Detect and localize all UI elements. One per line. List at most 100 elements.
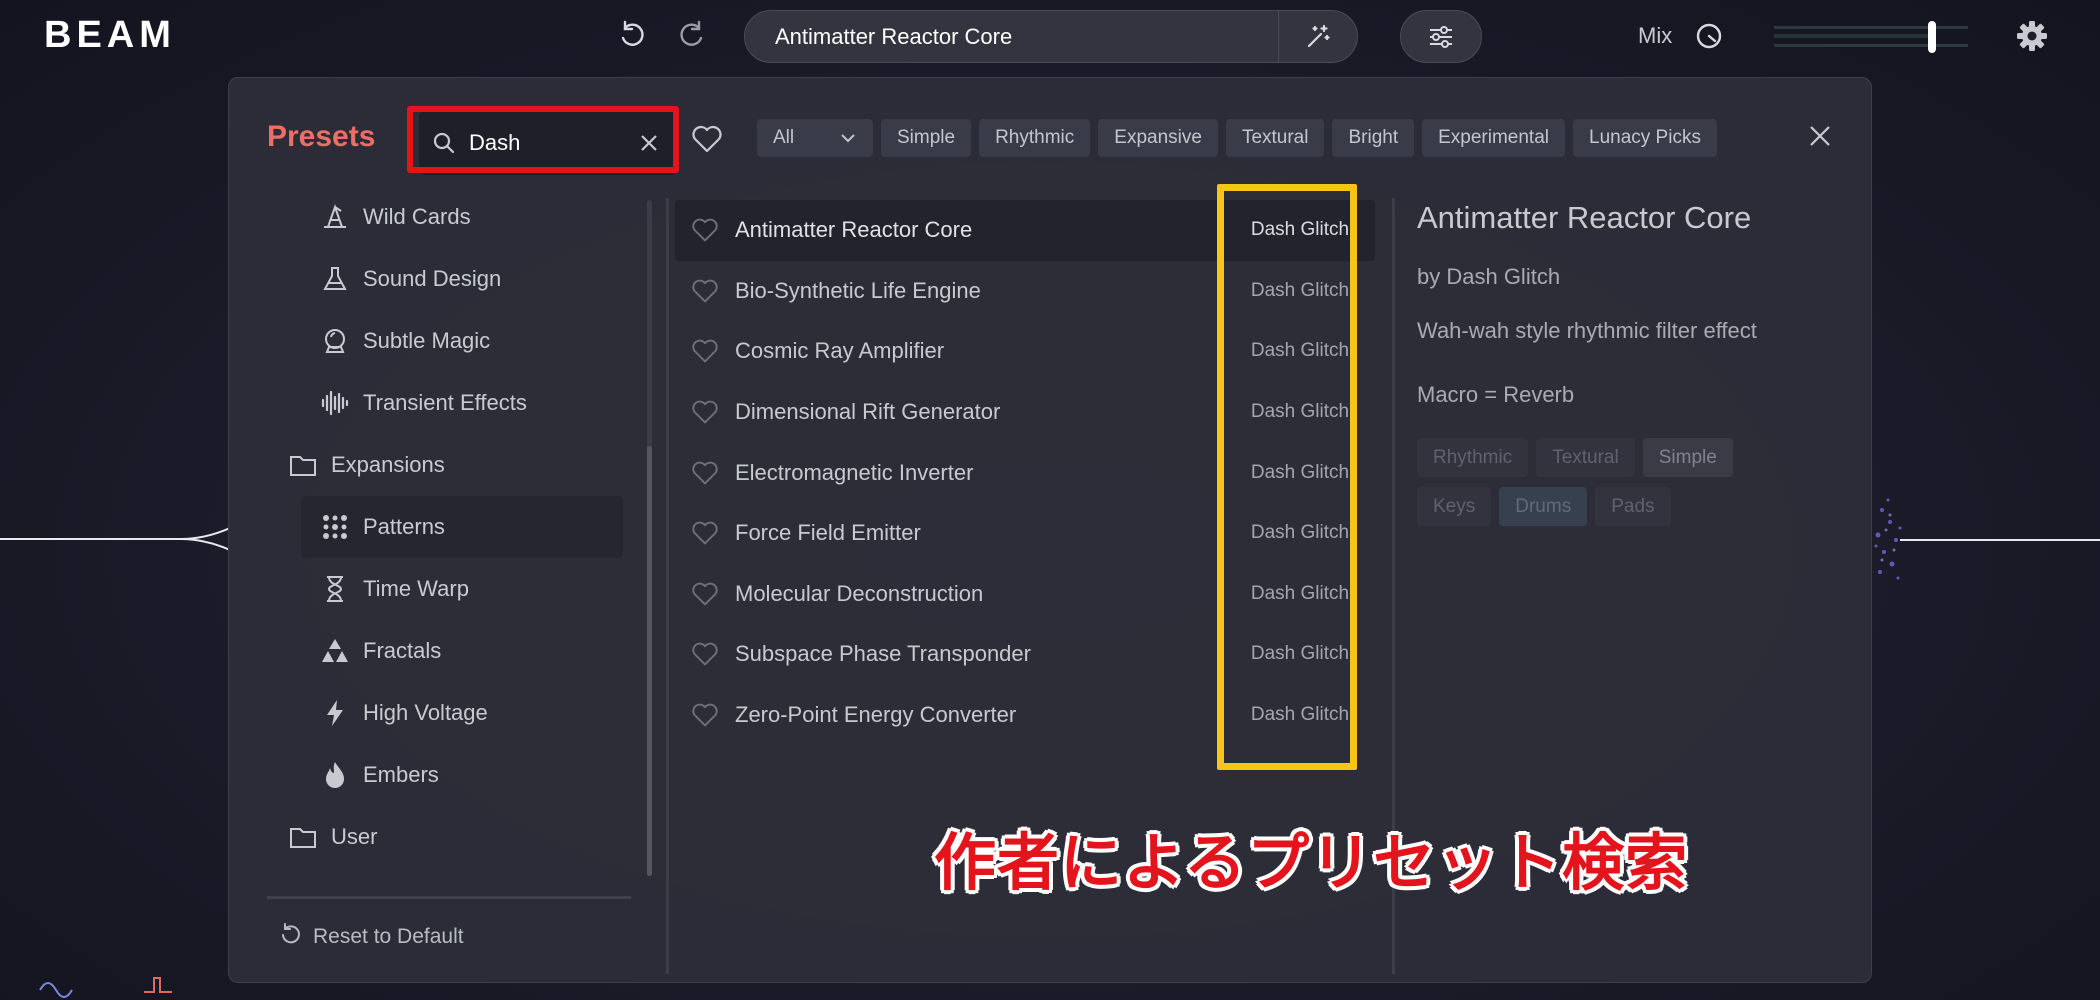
close-panel-button[interactable] <box>1809 125 1831 152</box>
current-preset-name[interactable]: Antimatter Reactor Core <box>745 24 1278 50</box>
heart-icon <box>692 582 718 606</box>
favorite-button[interactable] <box>675 399 735 425</box>
waveform-line-right <box>1874 498 2100 580</box>
author-highlight-box <box>1217 184 1357 770</box>
filter-chip-lunacy-picks[interactable]: Lunacy Picks <box>1573 119 1717 157</box>
search-highlight-box <box>407 106 679 173</box>
sidebar-folder-user[interactable]: User <box>269 806 649 868</box>
sidebar-item-label: Time Warp <box>363 576 469 601</box>
redo-button[interactable] <box>670 14 714 58</box>
filter-chip-bright[interactable]: Bright <box>1332 119 1415 157</box>
magic-wand-icon <box>1307 24 1330 47</box>
undo-icon <box>621 20 644 46</box>
panel-title: Presets <box>267 120 376 153</box>
app-logo: BEAM <box>44 14 176 56</box>
reset-to-default-button[interactable]: Reset to Default <box>279 922 464 952</box>
filter-dropdown-label: All <box>773 127 795 148</box>
sidebar-item-fractals[interactable]: Fractals <box>269 620 649 682</box>
sidebar-item-label: Transient Effects <box>363 390 527 415</box>
slider-thumb[interactable] <box>1928 21 1936 53</box>
detail-tags: Rhythmic Textural Simple Keys Drums Pads <box>1417 438 1757 526</box>
settings-button[interactable] <box>2012 16 2052 61</box>
undo-button[interactable] <box>610 14 654 58</box>
slider-track <box>1774 26 1968 29</box>
preset-name: Bio-Synthetic Life Engine <box>735 277 981 303</box>
crystal-ball-icon <box>317 326 353 356</box>
favorites-filter-button[interactable] <box>691 124 723 159</box>
dots-grid-icon <box>317 512 353 542</box>
sidebar-scrollbar[interactable] <box>647 200 652 876</box>
detail-tag: Simple <box>1642 438 1733 477</box>
filter-chip-textural[interactable]: Textural <box>1225 119 1325 157</box>
sidebar-item-label: Subtle Magic <box>363 328 491 353</box>
preset-name: Subspace Phase Transponder <box>735 641 1031 667</box>
preset-name: Force Field Emitter <box>735 520 921 546</box>
filter-dropdown[interactable]: All <box>757 119 873 157</box>
redo-icon <box>680 20 703 46</box>
favorite-button[interactable] <box>675 520 735 546</box>
close-icon <box>1810 126 1830 146</box>
detail-tag: Rhythmic <box>1417 438 1529 477</box>
sidebar-item-label: Fractals <box>363 638 442 663</box>
filter-chip-simple[interactable]: Simple <box>881 119 972 157</box>
sidebar-item-patterns[interactable]: Patterns <box>301 496 623 558</box>
heart-icon <box>692 461 718 485</box>
favorite-button[interactable] <box>675 217 735 243</box>
sidebar-item-high-voltage[interactable]: High Voltage <box>269 682 649 744</box>
sidebar-item-subtle-magic[interactable]: Subtle Magic <box>269 310 649 372</box>
heart-icon <box>692 340 718 363</box>
settings-sliders-button[interactable] <box>1400 10 1482 63</box>
heart-icon <box>692 643 718 666</box>
filter-chip-experimental[interactable]: Experimental <box>1422 119 1565 157</box>
filter-chip-rhythmic[interactable]: Rhythmic <box>979 119 1091 157</box>
favorite-button[interactable] <box>675 338 735 364</box>
sidebar-item-wild-cards[interactable]: Wild Cards <box>269 186 649 248</box>
detail-macro: Macro = Reverb <box>1417 382 1575 407</box>
sliders-icon <box>1430 25 1452 48</box>
column-divider <box>666 198 669 974</box>
heart-icon <box>692 279 718 303</box>
favorite-button[interactable] <box>675 581 735 607</box>
hourglass-icon <box>317 574 353 604</box>
heart-icon <box>692 218 718 242</box>
slider-fill <box>1774 34 1934 38</box>
favorite-button[interactable] <box>675 641 735 667</box>
sidebar-item-label: Wild Cards <box>363 204 471 229</box>
detail-description: Wah-wah style rhythmic filter effect <box>1417 318 1757 343</box>
sidebar-item-embers[interactable]: Embers <box>269 744 649 806</box>
filter-chip-expansive[interactable]: Expansive <box>1098 119 1218 157</box>
randomize-button[interactable] <box>1279 10 1357 63</box>
heart-icon <box>692 400 718 424</box>
preset-name: Zero-Point Energy Converter <box>735 702 1017 728</box>
bottom-wave-icons <box>39 977 172 998</box>
annotation-caption: 作者によるプリセット検索 <box>934 826 1689 899</box>
detail-tag: Keys <box>1417 487 1492 526</box>
preset-detail: Antimatter Reactor Core by Dash Glitch W… <box>1417 200 1837 526</box>
mix-label: Mix <box>1638 23 1673 48</box>
lightning-icon <box>317 698 353 728</box>
mix-knob[interactable] <box>1694 21 1724 56</box>
category-sidebar: Wild Cards Sound Design Subtle Magic Tra… <box>269 186 649 868</box>
sidebar-folder-expansions[interactable]: Expansions <box>269 434 649 496</box>
sidebar-item-time-warp[interactable]: Time Warp <box>269 558 649 620</box>
mix-slider[interactable] <box>1774 18 1968 54</box>
favorite-button[interactable] <box>675 278 735 304</box>
current-preset-field[interactable]: Antimatter Reactor Core <box>744 10 1358 63</box>
sidebar-scrollbar-thumb[interactable] <box>647 446 652 876</box>
favorite-button[interactable] <box>675 702 735 728</box>
sidebar-divider <box>267 896 631 899</box>
slider-track <box>1774 44 1968 47</box>
preset-name: Molecular Deconstruction <box>735 580 984 606</box>
favorite-button[interactable] <box>675 460 735 486</box>
knob-icon <box>1696 23 1722 49</box>
triangle-fractal-icon <box>317 636 353 666</box>
heart-icon <box>692 703 718 727</box>
detail-tag: Drums <box>1499 487 1588 526</box>
sidebar-item-label: Patterns <box>363 514 445 539</box>
detail-title: Antimatter Reactor Core <box>1417 200 1752 235</box>
sidebar-item-label: Expansions <box>331 452 445 477</box>
sidebar-item-sound-design[interactable]: Sound Design <box>269 248 649 310</box>
sidebar-item-transient-effects[interactable]: Transient Effects <box>269 372 649 434</box>
preset-name: Cosmic Ray Amplifier <box>735 338 945 364</box>
sidebar-item-label: User <box>331 824 378 849</box>
